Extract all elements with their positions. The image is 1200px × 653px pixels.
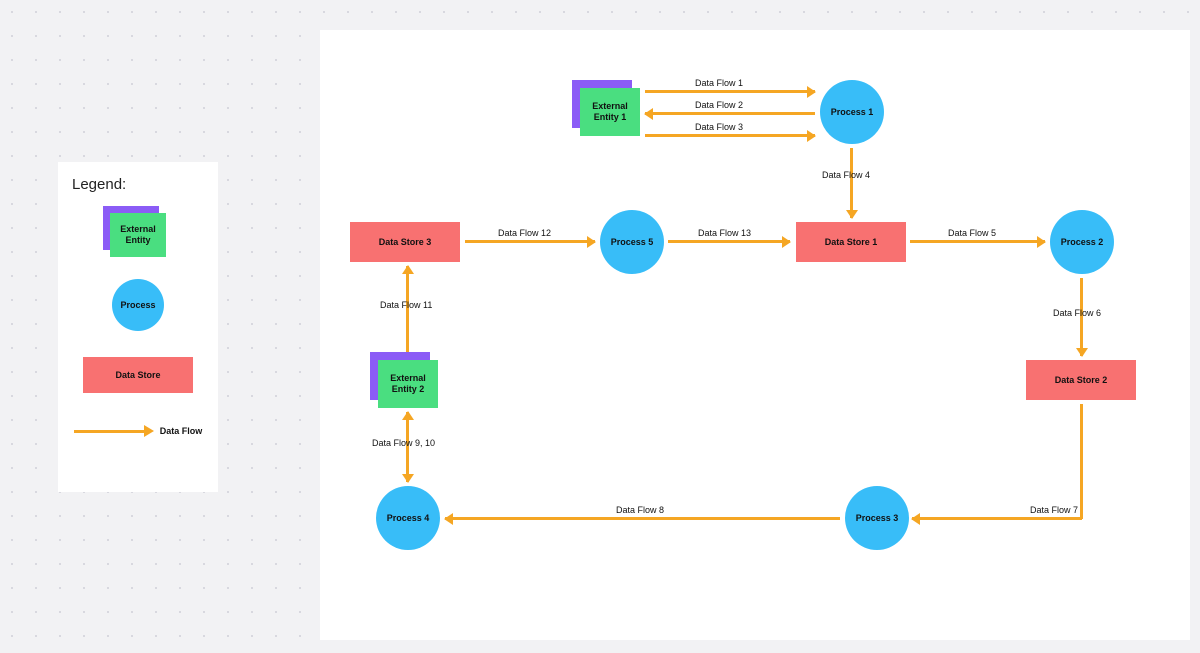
node-datastore-1[interactable]: Data Store 1 [796, 222, 906, 262]
node-datastore-2[interactable]: Data Store 2 [1026, 360, 1136, 400]
datastore-3-label: Data Store 3 [379, 237, 432, 247]
label-dataflow-3: Data Flow 3 [695, 122, 743, 132]
datastore-2-label: Data Store 2 [1055, 375, 1108, 385]
label-dataflow-2: Data Flow 2 [695, 100, 743, 110]
label-dataflow-12: Data Flow 12 [498, 228, 551, 238]
node-external-entity-2[interactable]: External Entity 2 [378, 360, 438, 408]
node-process-5[interactable]: Process 5 [600, 210, 664, 274]
legend-panel: Legend: External Entity Process Data Sto… [58, 162, 218, 492]
external-entity-icon: External Entity [110, 213, 166, 257]
arrow-dataflow-13 [668, 240, 790, 243]
node-process-2[interactable]: Process 2 [1050, 210, 1114, 274]
datastore-label: Data Store [115, 370, 160, 380]
legend-dataflow: Data Flow [72, 421, 204, 441]
label-dataflow-13: Data Flow 13 [698, 228, 751, 238]
label-dataflow-1: Data Flow 1 [695, 78, 743, 88]
node-datastore-3[interactable]: Data Store 3 [350, 222, 460, 262]
arrow-dataflow-7-v [1080, 404, 1083, 519]
external-entity-1-label: External Entity 1 [580, 88, 640, 136]
arrow-head-icon [144, 425, 154, 437]
label-dataflow-7: Data Flow 7 [1030, 505, 1078, 515]
legend-datastore: Data Store [72, 351, 204, 399]
arrow-dataflow-8 [445, 517, 840, 520]
label-dataflow-5: Data Flow 5 [948, 228, 996, 238]
external-entity-2-label: External Entity 2 [378, 360, 438, 408]
arrow-line-icon [74, 430, 144, 433]
external-entity-label: External Entity [110, 213, 166, 257]
arrow-dataflow-12 [465, 240, 595, 243]
label-dataflow-11: Data Flow 11 [380, 300, 432, 310]
arrow-dataflow-3 [645, 134, 815, 137]
datastore-icon: Data Store [83, 357, 193, 393]
label-dataflow-4: Data Flow 4 [822, 170, 870, 180]
legend-title: Legend: [72, 176, 204, 193]
arrow-dataflow-7-h [912, 517, 1082, 520]
legend-process: Process [72, 281, 204, 329]
label-dataflow-8: Data Flow 8 [616, 505, 664, 515]
diagram-canvas[interactable]: External Entity 1 Process 1 Data Flow 1 … [320, 30, 1190, 640]
process-label: Process [120, 300, 155, 310]
process-icon: Process [112, 279, 164, 331]
process-5-label: Process 5 [611, 237, 654, 247]
node-process-4[interactable]: Process 4 [376, 486, 440, 550]
process-3-label: Process 3 [856, 513, 899, 523]
node-external-entity-1[interactable]: External Entity 1 [580, 88, 640, 136]
process-4-label: Process 4 [387, 513, 430, 523]
arrow-dataflow-4 [850, 148, 853, 218]
process-2-label: Process 2 [1061, 237, 1104, 247]
label-dataflow-9-10: Data Flow 9, 10 [372, 438, 435, 448]
arrow-dataflow-1 [645, 90, 815, 93]
node-process-1[interactable]: Process 1 [820, 80, 884, 144]
arrow-dataflow-2 [645, 112, 815, 115]
arrow-dataflow-5 [910, 240, 1045, 243]
dataflow-label: Data Flow [160, 426, 203, 436]
datastore-1-label: Data Store 1 [825, 237, 878, 247]
process-1-label: Process 1 [831, 107, 874, 117]
legend-external-entity: External Entity [72, 211, 204, 259]
node-process-3[interactable]: Process 3 [845, 486, 909, 550]
label-dataflow-6: Data Flow 6 [1053, 308, 1101, 318]
